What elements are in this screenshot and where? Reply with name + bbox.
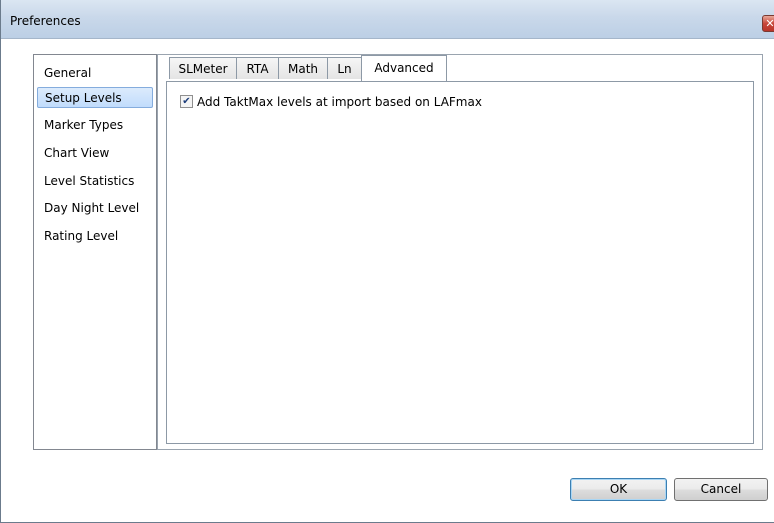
sidebar-item-label: Setup Levels — [45, 91, 122, 105]
sidebar-item-marker-types[interactable]: Marker Types — [44, 115, 123, 136]
taktmax-checkbox-label: Add TaktMax levels at import based on LA… — [197, 95, 482, 109]
sidebar-item-general[interactable]: General — [44, 63, 91, 84]
taktmax-checkbox[interactable]: ✔ — [180, 95, 193, 108]
preferences-category-list: General Setup Levels Marker Types Chart … — [33, 54, 157, 450]
sidebar-item-label: Rating Level — [44, 229, 119, 243]
tab-label: Advanced — [374, 61, 434, 75]
cancel-button-label: Cancel — [700, 482, 742, 496]
preferences-dialog: Preferences ✕ General Setup Levels Marke… — [0, 0, 774, 523]
tab-slmeter[interactable]: SLMeter — [169, 57, 237, 79]
title-bar[interactable]: Preferences ✕ — [1, 0, 774, 39]
advanced-tab-panel: ✔ Add TaktMax levels at import based on … — [166, 81, 754, 444]
tab-label: Math — [287, 62, 319, 76]
tab-math[interactable]: Math — [278, 57, 328, 79]
tab-label: RTA — [246, 62, 269, 76]
window-title: Preferences — [10, 14, 81, 28]
dialog-body: General Setup Levels Marker Types Chart … — [9, 39, 774, 501]
close-button[interactable]: ✕ — [762, 15, 774, 32]
tab-advanced[interactable]: Advanced — [361, 55, 447, 81]
sidebar-item-rating-level[interactable]: Rating Level — [44, 226, 118, 247]
tab-label: Ln — [337, 62, 352, 76]
tab-label: SLMeter — [178, 62, 228, 76]
close-icon: ✕ — [765, 17, 774, 30]
tab-rta[interactable]: RTA — [236, 57, 279, 79]
checkmark-icon: ✔ — [182, 96, 191, 107]
sidebar-item-setup-levels[interactable]: Setup Levels — [37, 87, 153, 108]
sidebar-item-label: Marker Types — [44, 118, 124, 132]
sidebar-item-label: Chart View — [44, 146, 110, 160]
ok-button[interactable]: OK — [570, 478, 667, 501]
cancel-button[interactable]: Cancel — [674, 478, 768, 501]
sidebar-item-chart-view[interactable]: Chart View — [44, 143, 109, 164]
sidebar-item-level-statistics[interactable]: Level Statistics — [44, 171, 134, 192]
tab-ln[interactable]: Ln — [327, 57, 362, 79]
ok-button-label: OK — [609, 482, 628, 496]
sidebar-item-label: Level Statistics — [44, 174, 135, 188]
sidebar-item-day-night-level[interactable]: Day Night Level — [44, 198, 139, 219]
sidebar-item-label: Day Night Level — [44, 201, 140, 215]
sidebar-item-label: General — [44, 66, 92, 80]
